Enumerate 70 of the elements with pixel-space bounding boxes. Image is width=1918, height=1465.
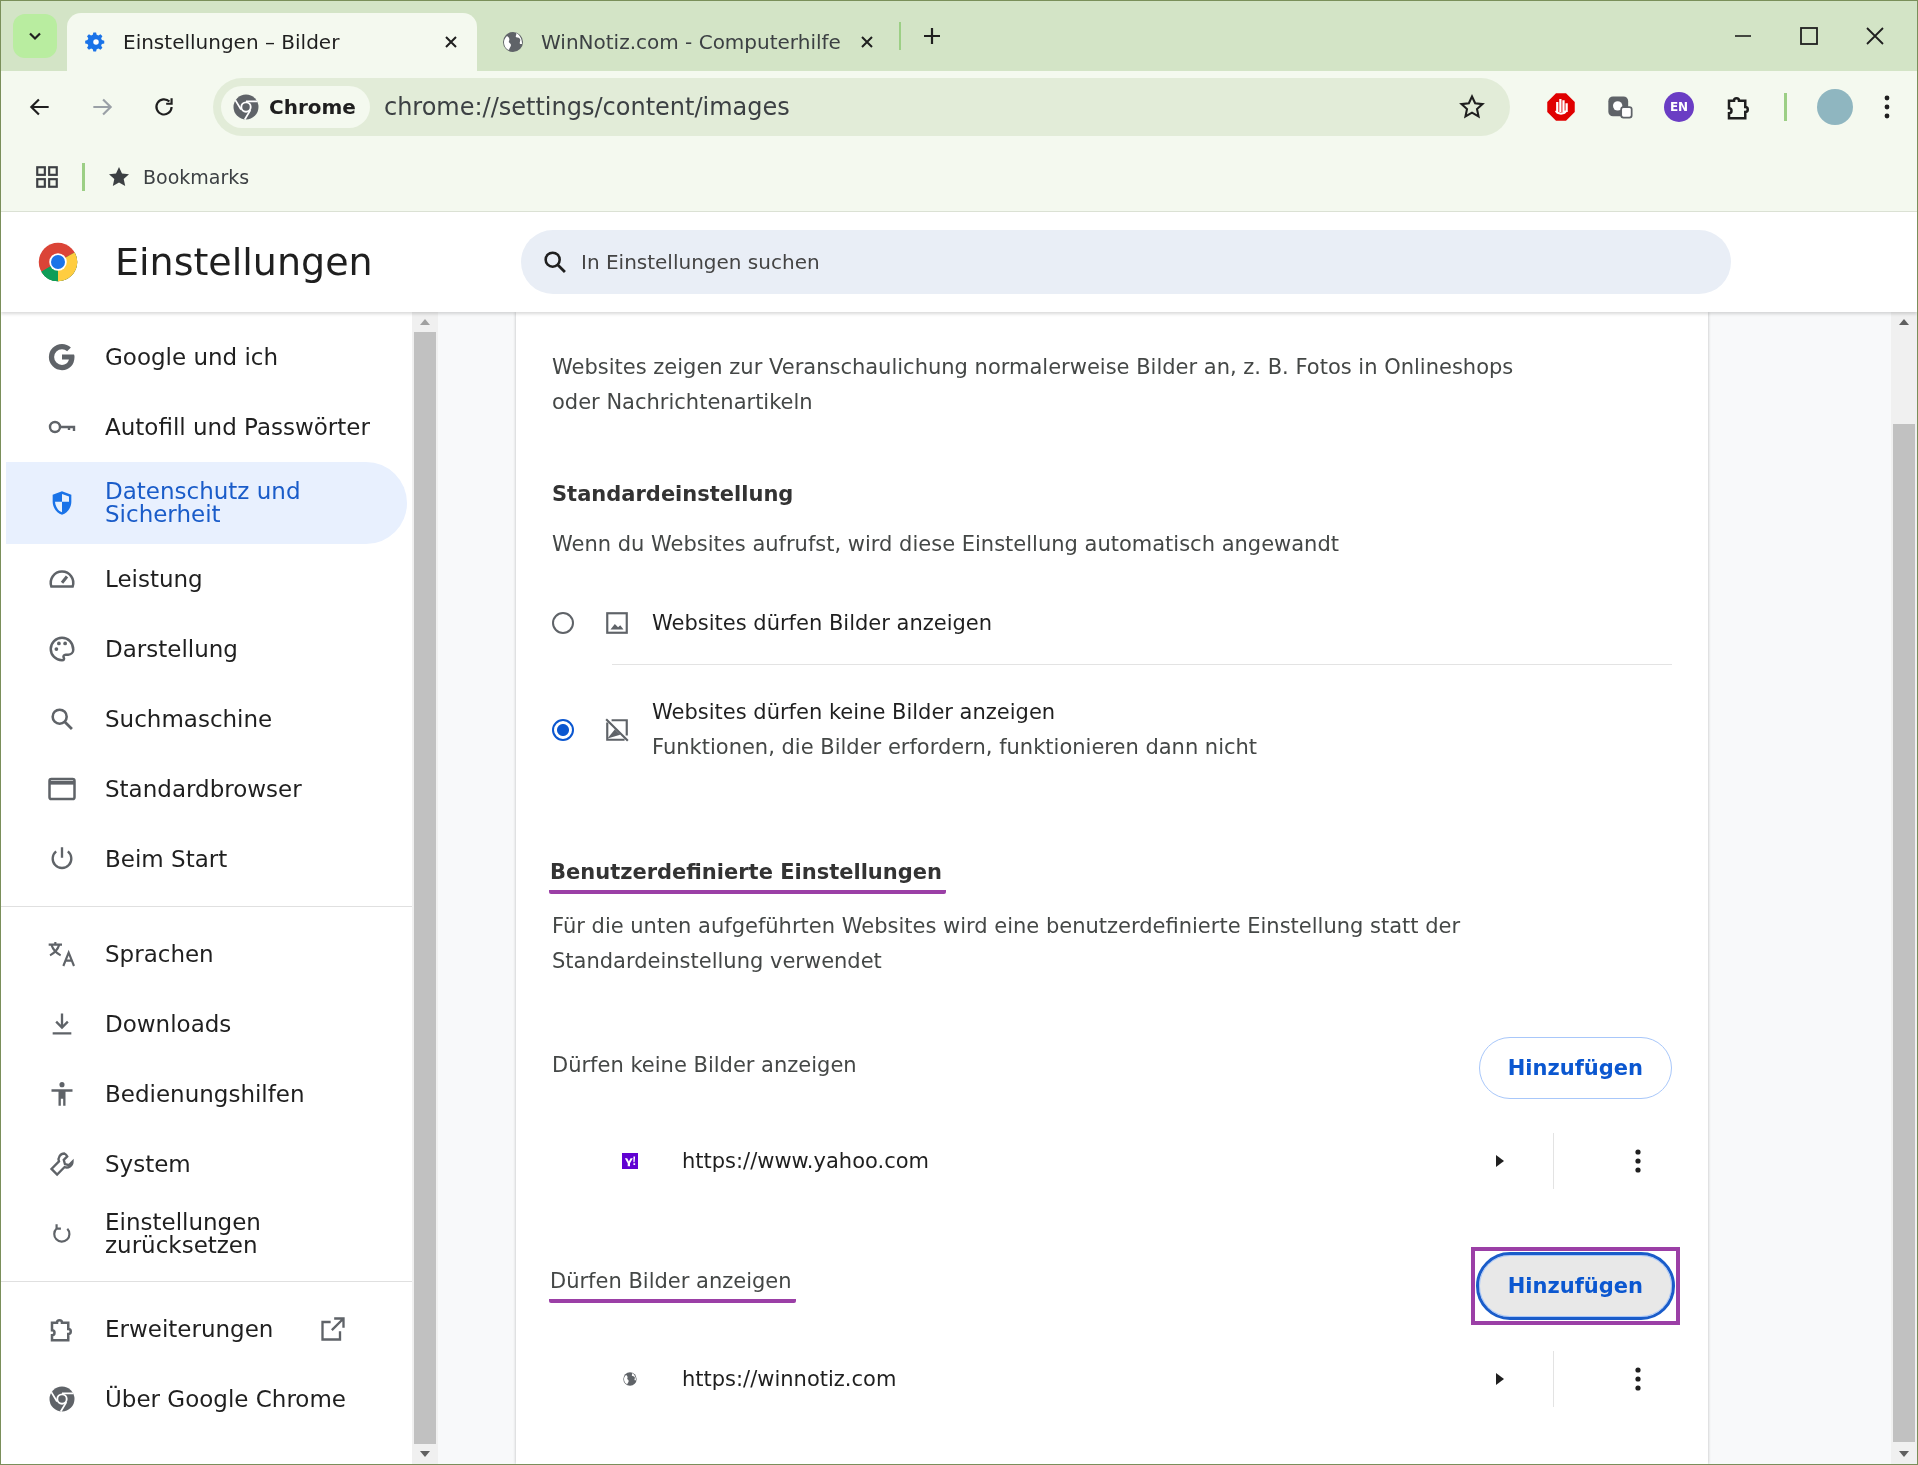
site-chip[interactable]: Chrome — [221, 86, 370, 128]
bookmarks-button[interactable]: Bookmarks — [107, 165, 250, 189]
language-badge[interactable]: EN — [1664, 92, 1694, 122]
no-image-icon — [604, 717, 630, 743]
close-icon[interactable] — [859, 34, 875, 50]
triangle-right-icon[interactable] — [1495, 1372, 1505, 1386]
image-icon — [604, 610, 630, 636]
gear-icon — [85, 31, 107, 53]
option-label: Websites dürfen keine Bilder anzeigen — [652, 699, 1057, 726]
address-bar[interactable]: Chrome chrome://settings/content/images — [213, 78, 1510, 136]
option-description: Funktionen, die Bilder erfordern, funktionieren dann nicht — [652, 734, 1258, 761]
scrollbar[interactable] — [1891, 312, 1917, 1464]
scroll-up-icon[interactable] — [1898, 318, 1910, 326]
sidebar-item[interactable]: Leistung — [1, 544, 407, 614]
search-field[interactable]: In Einstellungen suchen — [521, 230, 1731, 294]
sidebar-item[interactable]: Downloads — [1, 989, 407, 1059]
sidebar-item[interactable]: Standardbrowser — [1, 754, 407, 824]
star-icon[interactable] — [1458, 93, 1486, 121]
more-vertical-icon[interactable] — [1634, 1148, 1642, 1174]
section-heading: Standardeinstellung — [552, 482, 794, 508]
site-url: https://www.yahoo.com — [682, 1149, 930, 1173]
tab-title: Einstellungen – Bilder — [123, 30, 341, 54]
scrollbar[interactable] — [412, 312, 438, 1464]
chrome-logo-icon — [37, 241, 79, 283]
sidebar-item[interactable]: Beim Start — [1, 824, 407, 894]
browser-tab[interactable]: Einstellungen – Bilder — [67, 13, 477, 71]
globe-icon — [501, 30, 525, 54]
tab-search-button[interactable] — [13, 14, 57, 58]
more-vertical-icon[interactable] — [1883, 94, 1891, 120]
scroll-down-icon[interactable] — [1898, 1450, 1910, 1458]
sidebar-item[interactable]: Suchmaschine — [1, 684, 407, 754]
section-heading: Benutzerdefinierte Einstellungen — [549, 860, 946, 894]
sidebar-item[interactable]: Darstellung — [1, 614, 407, 684]
sidebar-item[interactable]: Datenschutz und Sicherheit — [6, 462, 407, 544]
scroll-down-icon[interactable] — [419, 1450, 431, 1458]
external-link-icon[interactable] — [319, 1315, 347, 1343]
chrome-logo-icon — [231, 92, 261, 122]
page-title: Einstellungen — [115, 240, 374, 284]
url-text: chrome://settings/content/images — [383, 93, 791, 121]
close-icon[interactable] — [1865, 26, 1885, 46]
section-description: Wenn du Websites aufrufst, wird diese Einstellung automatisch angewandt — [552, 531, 1340, 558]
plus-icon[interactable] — [921, 25, 943, 47]
option-label: Websites dürfen Bilder anzeigen — [652, 609, 993, 637]
radio-button[interactable] — [552, 612, 574, 634]
chip-label: Chrome — [269, 95, 356, 119]
list-heading: Dürfen keine Bilder anzeigen — [552, 1053, 857, 1079]
radio-button[interactable] — [552, 719, 574, 741]
tab-title: WinNotiz.com - Computerhilfe — [541, 30, 842, 54]
sidebar-item[interactable]: Einstellungen zurücksetzen — [1, 1199, 407, 1269]
sidebar-item[interactable]: Sprachen — [1, 919, 407, 989]
site-url: https://winnotiz.com — [682, 1367, 898, 1391]
sidebar-item[interactable]: Über Google Chrome — [1, 1364, 407, 1434]
close-icon[interactable] — [443, 34, 459, 50]
sidebar-item[interactable]: Autofill und Passwörter — [1, 392, 407, 462]
sidebar-item[interactable]: Erweiterungen — [1, 1294, 407, 1364]
add-button[interactable]: Hinzufügen — [1478, 1255, 1672, 1317]
apps-grid-icon[interactable] — [34, 164, 60, 190]
more-vertical-icon[interactable] — [1634, 1366, 1642, 1392]
list-heading: Dürfen Bilder anzeigen — [549, 1269, 796, 1303]
add-button[interactable]: Hinzufügen — [1478, 1037, 1672, 1099]
browser-tab[interactable]: WinNotiz.com - Computerhilfe — [483, 13, 893, 71]
stop-hand-icon[interactable] — [1546, 92, 1576, 122]
section-description: Für die unten aufgeführten Websites wird eine benutzerdefinierte Einstellung statt der Standardeinstellung verwendet — [552, 913, 1462, 975]
maximize-icon[interactable] — [1799, 26, 1819, 46]
sidebar-item[interactable]: Bedienungshilfen — [1, 1059, 407, 1129]
triangle-right-icon[interactable] — [1495, 1154, 1505, 1168]
sidebar-item[interactable]: System — [1, 1129, 407, 1199]
sidebar-item[interactable]: Google und ich — [1, 322, 407, 392]
star-icon — [107, 165, 131, 189]
intro-text: Websites zeigen zur Veranschaulichung normalerweise Bilder an, z. B. Fotos in Onlineshops oder Nachrichtenartikeln — [552, 354, 1515, 416]
